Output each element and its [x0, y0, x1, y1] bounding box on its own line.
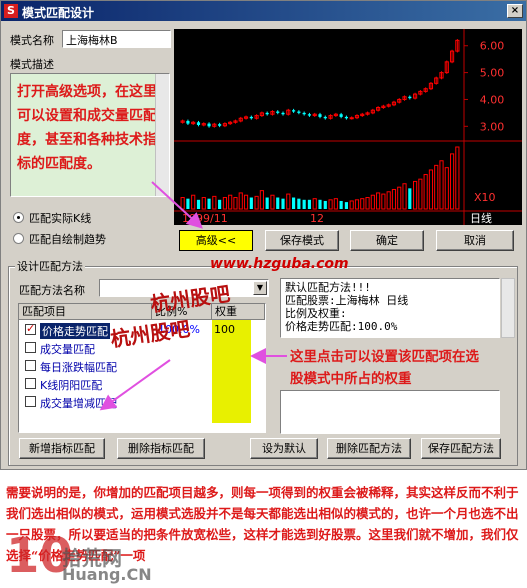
site-watermark: www.hzguba.com [210, 256, 349, 272]
arrow-to-items [99, 359, 171, 411]
arrow-to-advanced [151, 181, 203, 229]
logo-en-watermark: Huang.CN [62, 565, 152, 584]
annotation-arrows [99, 181, 287, 411]
